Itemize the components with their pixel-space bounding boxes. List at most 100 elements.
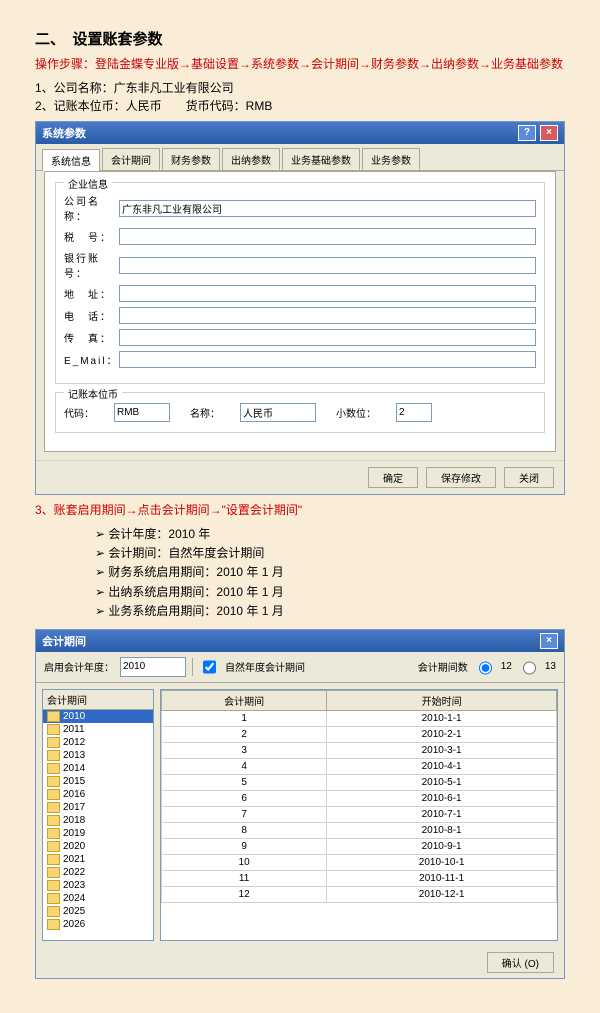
tree-year[interactable]: 2015 [43, 775, 153, 788]
ok-button[interactable]: 确认 (O) [487, 952, 554, 973]
tree-year[interactable]: 2016 [43, 788, 153, 801]
folder-icon [47, 802, 60, 813]
close-icon[interactable]: × [540, 633, 558, 649]
label-cname: 名称： [190, 405, 220, 420]
bullet-item: 出纳系统启用期间：2010 年 1 月 [95, 583, 565, 602]
folder-icon [47, 776, 60, 787]
folder-icon [47, 893, 60, 904]
info-line-2: 2、记账本位币：人民币 货币代码：RMB [35, 97, 565, 115]
label-12: 12 [501, 661, 512, 672]
bullet-item: 会计期间：自然年度会计期间 [95, 544, 565, 563]
btn-关闭[interactable]: 关闭 [504, 467, 554, 488]
tab-4[interactable]: 业务基础参数 [282, 148, 360, 170]
label-13: 13 [545, 661, 556, 672]
tab-2[interactable]: 财务参数 [162, 148, 220, 170]
info-line-1: 1、公司名称：广东非凡工业有限公司 [35, 79, 565, 97]
tab-3[interactable]: 出纳参数 [222, 148, 280, 170]
button-row: 确定保存修改关闭 [36, 460, 564, 494]
tel-input[interactable] [119, 307, 536, 324]
label-dec: 小数位： [336, 405, 376, 420]
table-row[interactable]: 62010-6-1 [162, 790, 557, 806]
tree-year[interactable]: 2021 [43, 853, 153, 866]
tree-year[interactable]: 2014 [43, 762, 153, 775]
btn-保存修改[interactable]: 保存修改 [426, 467, 496, 488]
bullet-item: 业务系统启用期间：2010 年 1 月 [95, 602, 565, 621]
table-row[interactable]: 42010-4-1 [162, 758, 557, 774]
folder-icon [47, 880, 60, 891]
tree-year[interactable]: 2010 [43, 710, 153, 723]
table-row[interactable]: 102010-10-1 [162, 854, 557, 870]
tree-year[interactable]: 2012 [43, 736, 153, 749]
bullet-item: 财务系统启用期间：2010 年 1 月 [95, 563, 565, 582]
mail-input[interactable] [119, 351, 536, 368]
folder-icon [47, 750, 60, 761]
folder-icon [47, 867, 60, 878]
tree-year[interactable]: 2025 [43, 905, 153, 918]
folder-icon [47, 828, 60, 839]
radio-12[interactable] [479, 660, 492, 676]
tab-0[interactable]: 系统信息 [42, 149, 100, 171]
folder-icon [47, 724, 60, 735]
tree-year[interactable]: 2026 [43, 918, 153, 931]
system-params-window: 系统参数 ? × 系统信息会计期间财务参数出纳参数业务基础参数业务参数 企业信息… [35, 121, 565, 495]
step3-text: 3、账套启用期间→点击会计期间→"设置会计期间" [35, 501, 565, 519]
window-controls-2: × [539, 633, 558, 649]
col-header: 会计期间 [162, 690, 327, 710]
tree-year[interactable]: 2013 [43, 749, 153, 762]
col-header: 开始时间 [327, 690, 557, 710]
window-controls: ? × [517, 125, 558, 141]
folder-icon [47, 711, 60, 722]
folder-icon [47, 854, 60, 865]
tree-year[interactable]: 2020 [43, 840, 153, 853]
help-icon[interactable]: ? [518, 125, 536, 141]
btn-确定[interactable]: 确定 [368, 467, 418, 488]
table-row[interactable]: 112010-11-1 [162, 870, 557, 886]
label-code: 代码： [64, 405, 94, 420]
table-row[interactable]: 72010-7-1 [162, 806, 557, 822]
bullet-list: 会计年度：2010 年会计期间：自然年度会计期间财务系统启用期间：2010 年 … [95, 525, 565, 621]
year-input[interactable] [120, 657, 186, 677]
tree-year[interactable]: 2023 [43, 879, 153, 892]
folder-icon [47, 789, 60, 800]
code-input[interactable] [114, 403, 170, 422]
tree-year[interactable]: 2022 [43, 866, 153, 879]
tree-year[interactable]: 2019 [43, 827, 153, 840]
folder-icon [47, 906, 60, 917]
cname-input[interactable] [240, 403, 316, 422]
radio-13[interactable] [523, 660, 536, 676]
window-title: 系统参数 [42, 125, 86, 141]
window-title-2: 会计期间 [42, 633, 86, 649]
tab-1[interactable]: 会计期间 [102, 148, 160, 170]
label-tel: 电 话： [64, 308, 119, 323]
folder-icon [47, 737, 60, 748]
table-row[interactable]: 52010-5-1 [162, 774, 557, 790]
label-name: 公司名称： [64, 193, 119, 223]
tax-input[interactable] [119, 228, 536, 245]
table-row[interactable]: 122010-12-1 [162, 886, 557, 902]
tree-year[interactable]: 2011 [43, 723, 153, 736]
natural-checkbox[interactable] [203, 659, 216, 675]
tree-header: 会计期间 [43, 690, 153, 710]
fax-input[interactable] [119, 329, 536, 346]
label-bank: 银行账号： [64, 250, 119, 280]
label-mail: E_Mail： [64, 352, 119, 367]
table-row[interactable]: 12010-1-1 [162, 710, 557, 726]
year-label: 启用会计年度： [44, 659, 114, 674]
tree-year[interactable]: 2017 [43, 801, 153, 814]
tab-5[interactable]: 业务参数 [362, 148, 420, 170]
tree-year[interactable]: 2018 [43, 814, 153, 827]
table-row[interactable]: 92010-9-1 [162, 838, 557, 854]
steps-text: 操作步骤：登陆金蝶专业版→基础设置→系统参数→会计期间→财务参数→出纳参数→业务… [35, 55, 565, 73]
addr-input[interactable] [119, 285, 536, 302]
tree-year[interactable]: 2024 [43, 892, 153, 905]
table-row[interactable]: 82010-8-1 [162, 822, 557, 838]
bank-input[interactable] [119, 257, 536, 274]
folder-icon [47, 815, 60, 826]
close-icon[interactable]: × [540, 125, 558, 141]
dec-input[interactable] [396, 403, 432, 422]
tabs: 系统信息会计期间财务参数出纳参数业务基础参数业务参数 [36, 144, 564, 171]
bullet-item: 会计年度：2010 年 [95, 525, 565, 544]
table-row[interactable]: 32010-3-1 [162, 742, 557, 758]
table-row[interactable]: 22010-2-1 [162, 726, 557, 742]
company-input[interactable] [119, 200, 536, 217]
